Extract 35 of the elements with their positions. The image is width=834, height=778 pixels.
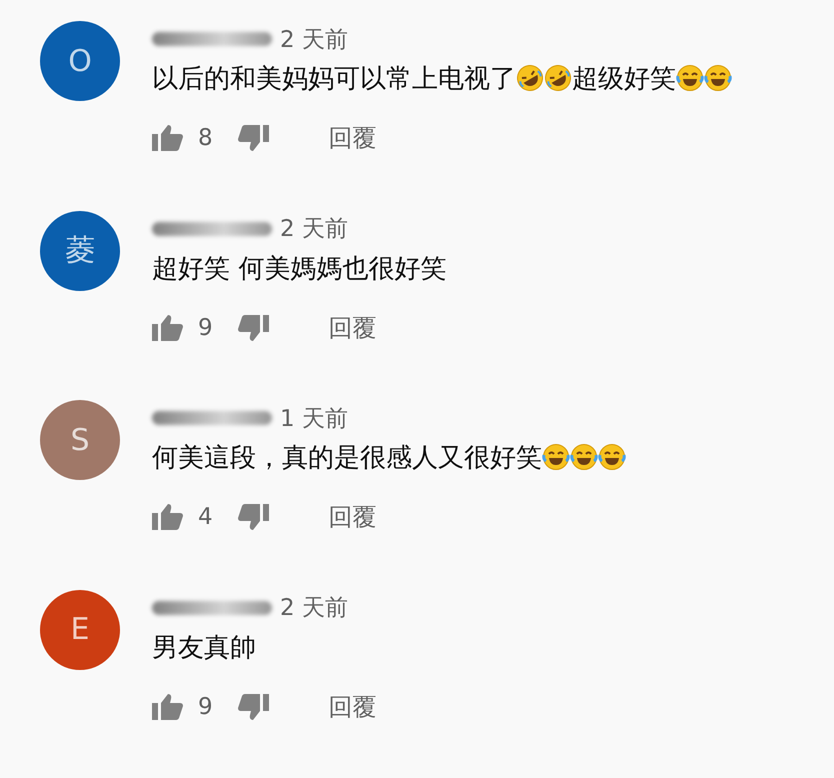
thumbs-down-icon[interactable]: [236, 124, 269, 152]
like-count: 9: [198, 694, 213, 720]
thumbs-up-icon[interactable]: [152, 692, 184, 720]
laughing-tears-emoji-icon: [704, 64, 732, 92]
rolling-laughing-emoji-icon: [516, 64, 544, 92]
laughing-tears-emoji-icon: [570, 443, 598, 471]
reply-button[interactable]: 回覆: [328, 501, 377, 533]
comment-time: 2 天前: [280, 26, 348, 54]
thumbs-up-icon[interactable]: [152, 314, 184, 342]
comment-text: 以后的和美妈妈可以常上电视了: [152, 64, 516, 94]
like-count: 8: [198, 125, 213, 151]
comment-time: 1 天前: [280, 404, 348, 434]
reply-button[interactable]: 回覆: [328, 690, 377, 722]
laughing-tears-emoji-icon: [676, 64, 704, 92]
thumbs-up-icon[interactable]: [152, 124, 184, 152]
like-count: 9: [198, 314, 213, 340]
reply-button[interactable]: 回覆: [328, 122, 377, 154]
comment-text: 男友真帥: [152, 632, 256, 662]
thumbs-down-icon[interactable]: [236, 503, 269, 531]
comment-text: 何美這段，真的是很感人又很好笑: [152, 443, 542, 473]
thumbs-down-icon[interactable]: [236, 314, 269, 342]
laughing-tears-emoji-icon: [598, 443, 626, 471]
thumbs-down-icon[interactable]: [236, 692, 269, 720]
avatar[interactable]: O: [40, 21, 120, 101]
reply-button[interactable]: 回覆: [328, 312, 377, 344]
like-count: 4: [198, 504, 213, 530]
laughing-tears-emoji-icon: [542, 443, 570, 471]
avatar[interactable]: 菱: [40, 210, 120, 290]
comment-time: 2 天前: [280, 215, 348, 244]
thumbs-up-icon[interactable]: [152, 503, 184, 531]
rolling-laughing-emoji-icon: [544, 64, 572, 92]
avatar[interactable]: E: [40, 590, 120, 670]
comment-text: 超级好笑: [572, 64, 676, 94]
comment-time: 2 天前: [280, 594, 348, 623]
comment-text: 超好笑 何美媽媽也很好笑: [152, 254, 446, 284]
